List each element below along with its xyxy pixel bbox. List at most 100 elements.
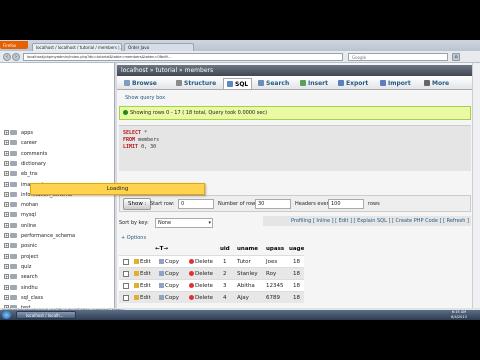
sidebar-database-item[interactable]: + mohan: [4, 201, 38, 210]
sidebar-database-item[interactable]: + apps: [4, 129, 33, 138]
show-button[interactable]: Show :: [123, 198, 152, 210]
copy-label: Copy: [165, 259, 179, 265]
sidebar-database-item[interactable]: + dictionary: [4, 160, 46, 169]
headers-every-input[interactable]: 100: [328, 199, 364, 209]
edit-label: Edit: [140, 295, 151, 301]
sql-line-from: FROM members: [123, 137, 159, 143]
sidebar-database-item[interactable]: + mysql: [4, 211, 36, 220]
table-row: Edit Copy Delete 4 Ajay 6789 18: [119, 291, 304, 303]
sql-keyword: LIMIT: [123, 144, 139, 150]
firefox-menu-button[interactable]: Firefox: [0, 41, 28, 49]
forward-arrow-icon[interactable]: ›: [12, 53, 20, 61]
sidebar-database-item[interactable]: + performance_schema: [4, 232, 75, 241]
database-icon: [10, 294, 17, 300]
expand-icon[interactable]: +: [4, 150, 9, 156]
edit-link[interactable]: Edit: [134, 292, 151, 304]
tab-search[interactable]: Search: [255, 78, 292, 89]
sidebar-database-item[interactable]: + search: [4, 273, 38, 282]
sidebar-database-item[interactable]: + sindhu: [4, 284, 38, 293]
expand-icon[interactable]: +: [4, 181, 9, 187]
start-row-input[interactable]: 0: [178, 199, 214, 209]
database-icon: [10, 130, 17, 135]
expand-icon[interactable]: +: [4, 212, 9, 218]
delete-link[interactable]: Delete: [189, 292, 213, 304]
sidebar-database-item[interactable]: + posnic: [4, 242, 37, 251]
expand-icon[interactable]: +: [4, 130, 9, 135]
expand-icon[interactable]: +: [4, 243, 9, 249]
taskbar-item-firefox[interactable]: localhost / localh...: [16, 311, 76, 319]
column-header-uage[interactable]: uage: [289, 243, 304, 255]
sql-text: *: [144, 130, 148, 136]
expand-icon[interactable]: +: [4, 294, 9, 300]
column-header-uname[interactable]: uname: [237, 243, 258, 255]
sidebar-database-item[interactable]: + sql_class: [4, 294, 43, 303]
expand-icon[interactable]: +: [4, 222, 9, 228]
show-query-box-link[interactable]: Show query box: [125, 95, 165, 101]
expand-icon[interactable]: +: [4, 160, 9, 166]
expand-icon[interactable]: +: [4, 263, 9, 269]
database-icon: [10, 140, 17, 146]
column-arrows[interactable]: ←T→: [155, 243, 168, 255]
breadcrumb-separator: »: [149, 67, 154, 74]
query-action-links[interactable]: Profiling [ Inline ] [ Edit ] [ Explain …: [263, 216, 471, 226]
row-checkbox[interactable]: [123, 259, 129, 265]
database-icon: [10, 274, 17, 280]
sidebar-database-label: mohan: [21, 202, 39, 209]
copy-link[interactable]: Copy: [159, 292, 179, 304]
breadcrumb-server[interactable]: localhost: [121, 67, 148, 74]
row-checkbox[interactable]: [123, 271, 129, 277]
sidebar-database-item[interactable]: + online: [4, 222, 36, 231]
row-checkbox[interactable]: [123, 283, 129, 289]
tab-insert[interactable]: Insert: [297, 78, 331, 89]
sort-by-key-select[interactable]: None ▾: [155, 218, 213, 228]
back-arrow-icon[interactable]: ‹: [3, 53, 11, 61]
copy-label: Copy: [165, 283, 179, 289]
expand-icon[interactable]: +: [4, 274, 9, 280]
breadcrumb-table[interactable]: members: [185, 67, 213, 74]
browse-icon: [124, 80, 130, 86]
page-scrollbar[interactable]: [472, 63, 480, 308]
breadcrumb-separator: »: [179, 67, 183, 74]
tab-more[interactable]: More: [421, 78, 452, 89]
options-toggle[interactable]: + Options: [121, 235, 146, 241]
expand-icon[interactable]: +: [4, 191, 9, 197]
home-icon[interactable]: ⌂: [452, 53, 460, 61]
browser-tab-order[interactable]: Order Java: [124, 43, 194, 51]
column-header-uid[interactable]: uid: [220, 243, 230, 255]
number-of-rows-input[interactable]: 30: [255, 199, 291, 209]
delete-label: Delete: [195, 295, 214, 301]
tab-sql[interactable]: SQL: [223, 78, 253, 89]
sidebar-database-item[interactable]: + quiz: [4, 263, 31, 272]
sidebar-database-label: performance_schema: [21, 233, 76, 239]
expand-icon[interactable]: +: [4, 233, 9, 238]
sidebar-database-label: comments: [21, 150, 48, 157]
start-button-icon[interactable]: [2, 311, 11, 319]
expand-icon[interactable]: +: [4, 284, 9, 290]
copy-icon: [159, 259, 164, 264]
browser-tab-phpmyadmin[interactable]: localhost / localhost / tutorial / membe…: [32, 43, 122, 51]
windows-taskbar: localhost / localh... 6:15 AM 8/4/2013: [0, 310, 480, 320]
expand-icon[interactable]: +: [4, 202, 9, 208]
delete-icon: [189, 271, 194, 276]
sidebar-database-item[interactable]: + project: [4, 253, 38, 262]
sidebar-database-item[interactable]: + eb_tns: [4, 170, 37, 179]
sort-by-key-label: Sort by key:: [119, 220, 149, 226]
tab-structure[interactable]: Structure: [173, 78, 219, 89]
success-message: Showing rows 0 - 17 ( 18 total, Query to…: [119, 106, 471, 120]
tab-export[interactable]: Export: [335, 78, 371, 89]
breadcrumb-database[interactable]: tutorial: [155, 67, 177, 74]
tab-import[interactable]: Import: [377, 78, 414, 89]
column-header-upass[interactable]: upass: [266, 243, 284, 255]
sql-icon: [227, 81, 233, 87]
expand-icon[interactable]: +: [4, 171, 9, 177]
sidebar-database-item[interactable]: + comments: [4, 150, 47, 159]
sidebar-database-item[interactable]: + career: [4, 139, 37, 148]
browser-tab-strip: Firefox localhost / localhost / tutorial…: [0, 40, 480, 51]
table-row: Edit Copy Delete 3 Abitha 12345 18: [119, 279, 304, 291]
row-checkbox[interactable]: [123, 295, 129, 301]
url-bar[interactable]: localhost/phpmyadmin/index.php?db=tutori…: [23, 53, 343, 61]
browser-search-field[interactable]: Google: [348, 53, 448, 61]
tab-browse[interactable]: Browse: [121, 78, 160, 89]
expand-icon[interactable]: +: [4, 253, 9, 259]
expand-icon[interactable]: +: [4, 140, 9, 146]
